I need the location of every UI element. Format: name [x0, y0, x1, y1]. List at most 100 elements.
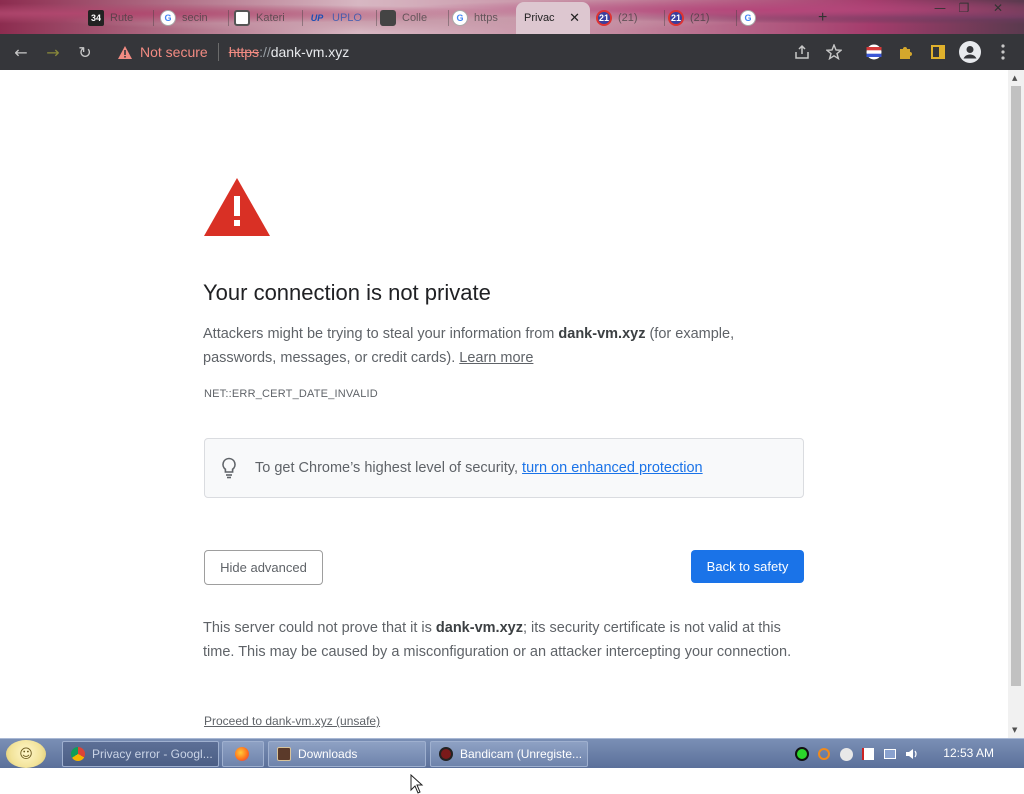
task-label: Downloads [298, 747, 358, 761]
tab-separator [664, 10, 665, 26]
url-host: dank-vm.xyz [270, 44, 350, 60]
tab-label: Colle [402, 12, 428, 24]
learn-more-link[interactable]: Learn more [459, 350, 533, 366]
details-text: This server could not prove that it is [203, 620, 436, 636]
google-icon: G [452, 10, 468, 26]
reload-icon[interactable]: ↻ [72, 40, 98, 64]
details-host: dank-vm.xyz [435, 620, 523, 636]
task-chrome[interactable]: Privacy error - Googl... [62, 741, 219, 767]
tab-strip: 34 Rute G secin Kateri UP UPLO Colle G h… [0, 0, 1024, 34]
tab-kateri[interactable]: Kateri [234, 6, 298, 30]
tab-favicon: 34 [88, 10, 104, 26]
tab-rute[interactable]: 34 Rute [88, 6, 150, 30]
tab-label: Kateri [256, 12, 285, 24]
scroll-up-icon[interactable]: ▲ [1012, 74, 1017, 82]
tab-separator [228, 10, 229, 26]
warning-description: Attackers might be trying to steal your … [203, 322, 803, 370]
flag-tray-icon[interactable] [860, 746, 876, 762]
tab-label: (21) [618, 12, 638, 24]
notification-count-icon: 21 [668, 10, 684, 26]
enhanced-protection-link[interactable]: turn on enhanced protection [522, 460, 703, 476]
interstitial-page: Your connection is not private Attackers… [0, 70, 1008, 794]
tab-reddit-21[interactable]: 21 (21) [596, 6, 666, 30]
tab-separator [153, 10, 154, 26]
desc-host: dank-vm.xyz [558, 326, 646, 342]
tab-google[interactable]: G [740, 6, 806, 30]
back-icon[interactable]: ← [8, 40, 34, 64]
volume-icon[interactable] [904, 746, 920, 762]
profile-icon[interactable] [957, 40, 983, 64]
puzzle-extensions-icon[interactable] [893, 40, 919, 64]
task-label: Bandicam (Unregiste... [460, 747, 583, 761]
tab-separator [736, 10, 737, 26]
tab-separator [376, 10, 377, 26]
tab-colle[interactable]: Colle [380, 6, 446, 30]
hide-advanced-button[interactable]: Hide advanced [204, 550, 323, 585]
not-secure-label: Not secure [140, 44, 208, 60]
tab-privacy-error-active[interactable]: Privac ✕ [516, 2, 590, 34]
tab-reddit-21-b[interactable]: 21 (21) [668, 6, 734, 30]
network-icon[interactable] [882, 746, 898, 762]
error-code: NET::ERR_CERT_DATE_INVALID [204, 388, 378, 400]
url-text[interactable]: https://dank-vm.xyz [229, 44, 350, 60]
tab-uplo[interactable]: UP UPLO [308, 6, 372, 30]
share-icon[interactable] [789, 40, 815, 64]
tab-https[interactable]: G https [452, 6, 514, 30]
taskbar-clock: 12:53 AM [943, 746, 994, 760]
url-separator: :// [259, 44, 271, 60]
emoji-tray-icon[interactable] [838, 746, 854, 762]
green-status-icon[interactable] [794, 746, 810, 762]
minimize-icon[interactable]: — [928, 0, 952, 16]
enhanced-protection-text: To get Chrome’s highest level of securit… [255, 460, 703, 476]
scroll-down-icon[interactable]: ▼ [1012, 726, 1017, 734]
desc-text: Attackers might be trying to steal your … [203, 326, 559, 342]
page-title: Your connection is not private [203, 280, 491, 305]
search-tray-icon[interactable] [816, 746, 832, 762]
lightbulb-icon [222, 457, 236, 479]
notification-count-icon: 21 [596, 10, 612, 26]
advanced-details: This server could not prove that it is d… [203, 616, 807, 664]
app-icon [234, 10, 250, 26]
new-tab-button[interactable]: + [818, 6, 838, 30]
star-icon[interactable] [821, 40, 847, 64]
address-bar[interactable]: Not secure https://dank-vm.xyz [108, 37, 858, 67]
task-firefox[interactable] [222, 741, 264, 767]
maximize-icon[interactable]: ❐ [952, 0, 976, 16]
proceed-unsafe-link[interactable]: Proceed to dank-vm.xyz (unsafe) [204, 714, 380, 728]
scroll-thumb[interactable] [1011, 86, 1021, 686]
tab-label: https [474, 12, 498, 24]
uplo-icon: UP [310, 13, 324, 23]
back-to-safety-button[interactable]: Back to safety [691, 550, 804, 583]
tab-label: (21) [690, 12, 710, 24]
url-scheme: https [228, 44, 260, 60]
tab-label: secin [182, 12, 208, 24]
tab-label: UPLO [332, 12, 362, 24]
page-scrollbar[interactable]: ▲ ▼ [1008, 70, 1024, 738]
folder-icon [277, 747, 291, 761]
warning-icon [118, 45, 132, 59]
browser-toolbar: ← → ↻ Not secure https://dank-vm.xyz [0, 34, 1024, 70]
flag-extension-icon[interactable] [861, 40, 887, 64]
enhanced-protection-box: To get Chrome’s highest level of securit… [204, 438, 804, 498]
window-close-icon[interactable]: ✕ [986, 0, 1010, 16]
security-indicator[interactable]: Not secure [108, 44, 208, 60]
task-downloads[interactable]: Downloads [268, 741, 426, 767]
task-label: Privacy error - Googl... [92, 747, 213, 761]
firefox-icon [235, 747, 249, 761]
chrome-icon [71, 747, 85, 761]
kebab-menu-icon[interactable] [990, 40, 1016, 64]
collection-icon [380, 10, 396, 26]
bandicam-icon [439, 747, 453, 761]
smiley-start-icon[interactable]: ☺ [6, 740, 46, 768]
task-bandicam[interactable]: Bandicam (Unregiste... [430, 741, 588, 767]
omnibox-divider [217, 43, 219, 61]
sidebar-icon[interactable] [925, 40, 951, 64]
tab-label: Rute [110, 12, 134, 24]
enhanced-text-label: To get Chrome’s highest level of securit… [255, 460, 523, 476]
warning-triangle-icon [204, 178, 270, 236]
tab-separator [448, 10, 449, 26]
tab-close-icon[interactable]: ✕ [569, 10, 580, 26]
tab-separator [302, 10, 303, 26]
tab-secin[interactable]: G secin [160, 6, 224, 30]
forward-icon[interactable]: → [40, 40, 66, 64]
